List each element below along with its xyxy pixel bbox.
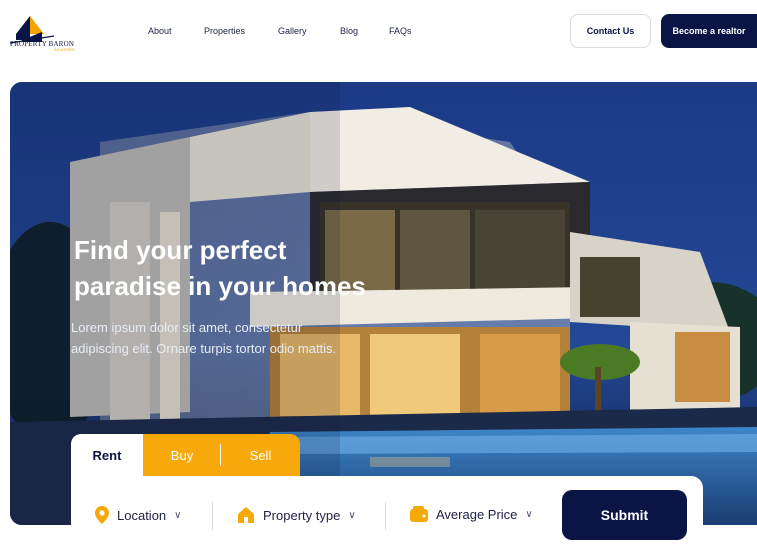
tab-divider <box>220 444 221 466</box>
nav-blog[interactable]: Blog <box>340 26 358 36</box>
nav-faqs[interactable]: FAQs <box>389 26 412 36</box>
hero-desc-line1: Lorem ipsum dolor sit amet, consectetur <box>71 320 303 335</box>
average-price-label: Average Price <box>436 506 518 522</box>
chevron-down-icon: ∨ <box>525 508 533 520</box>
nav-gallery[interactable]: Gallery <box>278 26 307 36</box>
tab-rent[interactable]: Rent <box>71 434 143 476</box>
property-type-label: Property type <box>263 507 341 523</box>
home-icon <box>238 507 254 523</box>
field-divider <box>385 502 386 530</box>
listing-type-tabs: Rent Buy Sell <box>71 434 300 476</box>
hero-title-line2: paradise in your homes <box>74 271 366 301</box>
nav-about[interactable]: About <box>148 26 172 36</box>
location-pin-icon <box>95 506 109 524</box>
hero-title-line1: Find your perfect <box>74 235 287 265</box>
chevron-down-icon: ∨ <box>174 509 182 521</box>
hero-desc-line2: adipiscing elit. Ornare turpis tortor od… <box>71 341 337 356</box>
brand-tagline: ADVISORS <box>54 47 75 52</box>
become-realtor-button[interactable]: Become a realtor <box>661 14 757 48</box>
average-price-dropdown[interactable]: Average Price ∨ <box>410 506 533 522</box>
location-dropdown[interactable]: Location ∨ <box>95 506 181 524</box>
hero-description: Lorem ipsum dolor sit amet, consectetur … <box>71 317 391 359</box>
property-type-dropdown[interactable]: Property type ∨ <box>237 506 356 524</box>
chevron-down-icon: ∨ <box>348 509 356 521</box>
wallet-icon <box>410 506 428 522</box>
field-divider <box>212 502 213 530</box>
contact-us-button[interactable]: Contact Us <box>570 14 651 48</box>
property-search-bar: Location ∨ Property type ∨ Average Price… <box>71 476 703 550</box>
location-label: Location <box>117 507 167 523</box>
tab-sell[interactable]: Sell <box>221 434 300 476</box>
tab-buy[interactable]: Buy <box>143 434 221 476</box>
hero-title: Find your perfect paradise in your homes <box>74 232 394 304</box>
submit-button[interactable]: Submit <box>562 490 687 540</box>
nav-properties[interactable]: Properties <box>204 26 245 36</box>
